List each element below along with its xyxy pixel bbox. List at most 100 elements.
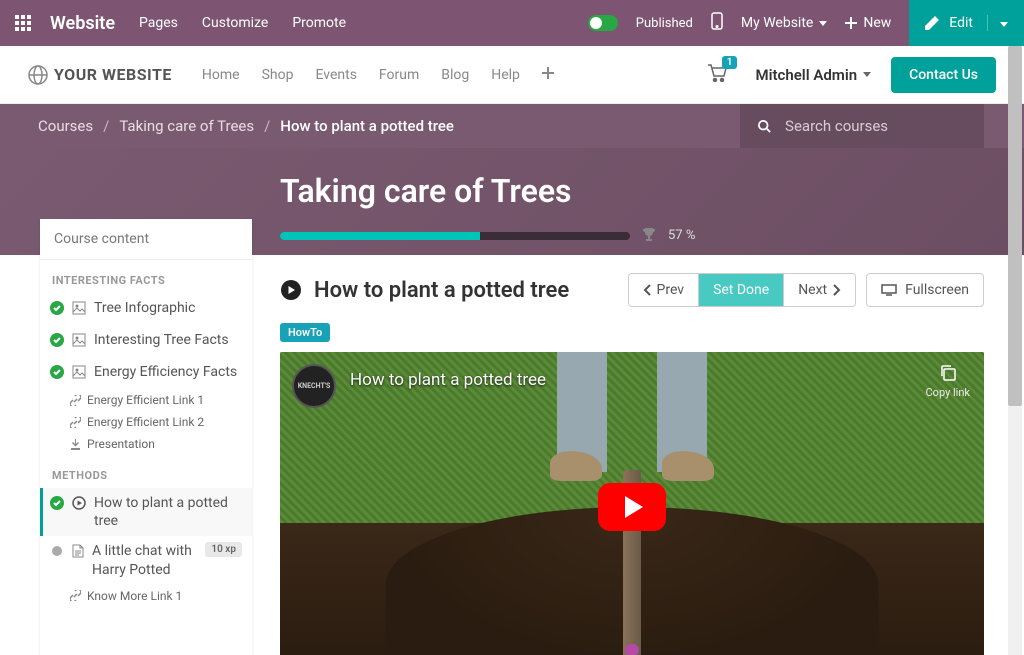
breadcrumb: Courses / Taking care of Trees / How to …	[0, 117, 454, 135]
nav-links: Home Shop Events Forum Blog Help	[202, 67, 554, 83]
contact-button[interactable]: Contact Us	[891, 57, 996, 93]
sublink-energy-1[interactable]: Energy Efficient Link 1	[40, 389, 252, 411]
lesson-plant-tree[interactable]: How to plant a potted tree	[40, 488, 252, 536]
caret-down-icon	[819, 21, 827, 26]
plus-icon	[845, 17, 857, 29]
edit-label: Edit	[949, 15, 973, 31]
user-name: Mitchell Admin	[755, 66, 857, 84]
lesson-label: Tree Infographic	[94, 299, 242, 317]
fullscreen-button[interactable]: Fullscreen	[866, 273, 984, 307]
apps-icon[interactable]	[0, 15, 46, 31]
progress-bar	[280, 232, 630, 240]
doc-icon	[72, 544, 84, 562]
chevron-right-icon	[833, 284, 841, 296]
lesson-interesting-facts[interactable]: Interesting Tree Facts	[40, 325, 252, 357]
published-label: Published	[636, 16, 693, 31]
top-tabs: Pages Customize Promote	[139, 15, 346, 31]
lesson-tree-infographic[interactable]: Tree Infographic	[40, 293, 252, 325]
crumb-course[interactable]: Taking care of Trees	[119, 117, 254, 135]
site-navbar: YOUR WEBSITE Home Shop Events Forum Blog…	[0, 46, 1024, 104]
search-input[interactable]	[785, 117, 966, 135]
plus-icon	[542, 67, 554, 79]
nav-help[interactable]: Help	[491, 67, 520, 83]
image-icon	[72, 365, 86, 383]
nav-blog[interactable]: Blog	[441, 67, 469, 83]
check-icon	[50, 301, 64, 319]
link-icon	[70, 590, 81, 601]
caret-down-icon	[863, 72, 871, 77]
play-icon	[72, 496, 86, 514]
nav-add[interactable]	[542, 67, 554, 83]
progress-row: 57 %	[280, 226, 984, 245]
channel-logo[interactable]: KNECHT'S	[292, 364, 336, 408]
progress-fill	[280, 232, 480, 240]
image-icon	[72, 301, 86, 319]
check-icon	[50, 333, 64, 351]
edit-caret[interactable]	[987, 15, 1008, 31]
link-icon	[70, 395, 81, 406]
nav-events[interactable]: Events	[315, 67, 356, 83]
new-label: New	[863, 15, 891, 31]
search-icon	[758, 119, 771, 134]
cart-button[interactable]: 1	[707, 64, 727, 86]
course-title: Taking care of Trees	[280, 172, 984, 210]
sublink-presentation[interactable]: Presentation	[40, 433, 252, 455]
scrollbar-thumb[interactable]	[1008, 46, 1022, 406]
tab-promote[interactable]: Promote	[292, 15, 346, 31]
sublink-energy-2[interactable]: Energy Efficient Link 2	[40, 411, 252, 433]
lesson-harry-potted[interactable]: A little chat with Harry Potted 10 xp	[40, 536, 252, 584]
breadcrumb-bar: Courses / Taking care of Trees / How to …	[0, 104, 1024, 148]
youtube-play-button[interactable]	[598, 483, 666, 531]
video-title: How to plant a potted tree	[350, 370, 546, 390]
lesson-label: How to plant a potted tree	[94, 494, 242, 530]
published-toggle[interactable]	[588, 15, 618, 31]
lesson-label: Interesting Tree Facts	[94, 331, 242, 349]
user-menu[interactable]: Mitchell Admin	[755, 66, 871, 84]
new-button[interactable]: New	[845, 15, 891, 31]
copy-link-button[interactable]: Copy link	[926, 364, 970, 399]
course-sidebar: Course content INTERESTING FACTS Tree In…	[40, 219, 252, 655]
link-icon	[70, 417, 81, 428]
website-switcher[interactable]: My Website	[741, 15, 827, 31]
nav-shop[interactable]: Shop	[262, 67, 294, 83]
crumb-courses[interactable]: Courses	[38, 117, 93, 135]
tab-pages[interactable]: Pages	[139, 15, 178, 31]
section-title-methods: METHODS	[40, 455, 252, 488]
tab-customize[interactable]: Customize	[202, 15, 268, 31]
website-switcher-label: My Website	[741, 15, 813, 31]
lesson-title-row: How to plant a potted tree	[280, 278, 569, 303]
mobile-preview-icon[interactable]	[711, 12, 723, 34]
pencil-icon	[925, 16, 939, 30]
set-done-button[interactable]: Set Done	[699, 274, 784, 306]
lesson-label: A little chat with Harry Potted	[92, 542, 197, 578]
logo-text: YOUR WEBSITE	[54, 65, 172, 84]
download-icon	[70, 439, 81, 450]
sublink-know-more-1[interactable]: Know More Link 1	[40, 585, 252, 607]
prev-button[interactable]: Prev	[629, 274, 700, 306]
video-player[interactable]: KNECHT'S How to plant a potted tree Copy…	[280, 352, 984, 655]
search-box[interactable]	[740, 104, 984, 148]
sidebar-header: Course content	[40, 219, 252, 260]
site-logo[interactable]: YOUR WEBSITE	[28, 65, 172, 85]
nav-home[interactable]: Home	[202, 67, 240, 83]
lesson-panel: How to plant a potted tree Prev Set Done…	[280, 255, 984, 655]
top-menu-bar: Website Pages Customize Promote Publishe…	[0, 0, 1024, 46]
chevron-left-icon	[643, 284, 651, 296]
nav-forum[interactable]: Forum	[379, 67, 419, 83]
next-button[interactable]: Next	[784, 274, 855, 306]
lesson-tag[interactable]: HowTo	[280, 323, 330, 342]
edit-button[interactable]: Edit	[909, 0, 1024, 46]
section-title-facts: INTERESTING FACTS	[40, 260, 252, 293]
lesson-title: How to plant a potted tree	[314, 278, 569, 303]
xp-badge: 10 xp	[205, 542, 242, 557]
crumb-current: How to plant a potted tree	[280, 117, 454, 135]
nav-button-group: Prev Set Done Next	[628, 273, 857, 307]
copy-icon	[939, 364, 957, 382]
play-circle-icon	[280, 279, 302, 301]
cart-badge: 1	[722, 56, 738, 69]
globe-icon	[28, 65, 48, 85]
lesson-energy-facts[interactable]: Energy Efficiency Facts	[40, 357, 252, 389]
brand-title[interactable]: Website	[46, 13, 139, 34]
trophy-icon	[642, 226, 656, 245]
check-icon	[50, 496, 64, 514]
